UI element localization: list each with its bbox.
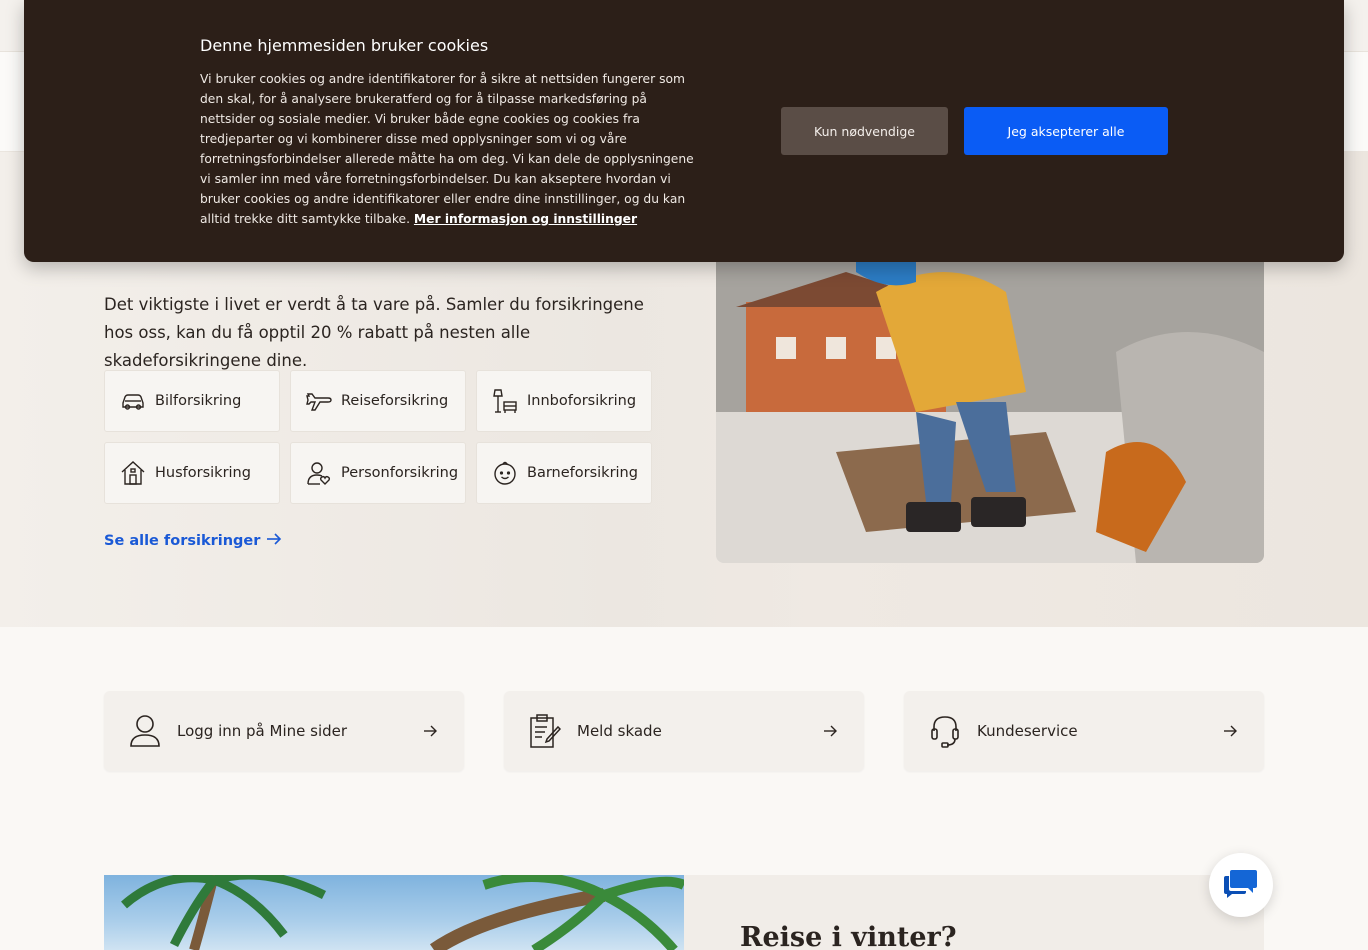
car-icon xyxy=(119,387,147,415)
promo-image xyxy=(104,875,684,950)
lamp-sofa-icon xyxy=(491,387,519,415)
insurance-grid: Bilforsikring Reiseforsikring Innboforsi… xyxy=(104,370,652,504)
insurance-card-barn[interactable]: Barneforsikring xyxy=(476,442,652,504)
quick-link-label: Kundeservice xyxy=(977,722,1078,740)
chat-button[interactable] xyxy=(1209,853,1273,917)
accept-all-button[interactable]: Jeg aksepterer alle xyxy=(964,107,1168,155)
cookie-banner: Denne hjemmesiden bruker cookies Vi bruk… xyxy=(24,0,1344,262)
see-all-label: Se alle forsikringer xyxy=(104,533,261,549)
quick-link-login[interactable]: Logg inn på Mine sider xyxy=(104,691,464,771)
arrow-right-icon xyxy=(1220,721,1240,741)
house-icon xyxy=(119,459,147,487)
user-icon xyxy=(128,713,162,749)
airplane-icon xyxy=(305,387,333,415)
insurance-card-innbo[interactable]: Innboforsikring xyxy=(476,370,652,432)
insurance-card-person[interactable]: Personforsikring xyxy=(290,442,466,504)
insurance-card-hus[interactable]: Husforsikring xyxy=(104,442,280,504)
quick-link-label: Logg inn på Mine sider xyxy=(177,722,348,740)
cookie-banner-body: Vi bruker cookies og andre identifikator… xyxy=(200,72,694,226)
quick-link-claim[interactable]: Meld skade xyxy=(504,691,864,771)
arrow-right-icon xyxy=(266,532,282,550)
quick-link-customer-service[interactable]: Kundeservice xyxy=(904,691,1264,771)
necessary-only-button[interactable]: Kun nødvendige xyxy=(781,107,948,155)
insurance-label: Bilforsikring xyxy=(155,393,242,409)
see-all-insurances-link[interactable]: Se alle forsikringer xyxy=(104,532,282,550)
insurance-label: Personforsikring xyxy=(341,465,459,481)
hero-text: Det viktigste i livet er verdt å ta vare… xyxy=(104,295,644,370)
insurance-label: Reiseforsikring xyxy=(341,393,449,409)
clipboard-icon xyxy=(528,713,562,749)
hero-image xyxy=(716,252,1264,563)
insurance-card-bil[interactable]: Bilforsikring xyxy=(104,370,280,432)
insurance-label: Barneforsikring xyxy=(527,465,638,481)
person-heart-icon xyxy=(305,459,333,487)
baby-face-icon xyxy=(491,459,519,487)
quick-link-label: Meld skade xyxy=(577,722,662,740)
headset-icon xyxy=(928,713,962,749)
insurance-label: Husforsikring xyxy=(155,465,251,481)
cookie-more-info-link[interactable]: Mer informasjon og innstillinger xyxy=(414,212,637,226)
promo-title: Reise i vinter? xyxy=(740,922,957,950)
arrow-right-icon xyxy=(420,721,440,741)
insurance-card-reise[interactable]: Reiseforsikring xyxy=(290,370,466,432)
chat-bubbles-icon xyxy=(1224,867,1258,903)
insurance-label: Innboforsikring xyxy=(527,393,637,409)
cookie-banner-text: Vi bruker cookies og andre identifikator… xyxy=(200,69,700,229)
arrow-right-icon xyxy=(820,721,840,741)
cookie-banner-title: Denne hjemmesiden bruker cookies xyxy=(200,36,489,55)
